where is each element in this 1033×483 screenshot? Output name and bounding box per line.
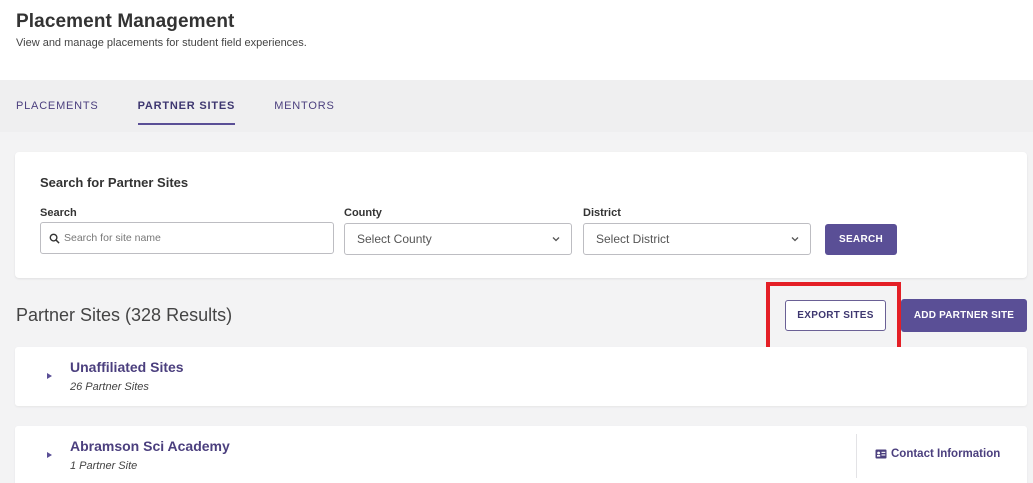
search-card: Search for Partner Sites Search Search f… [15, 152, 1027, 278]
site-row-abramson[interactable]: Abramson Sci Academy 1 Partner Site Cont… [15, 426, 1027, 483]
site-row-unaffiliated[interactable]: Unaffiliated Sites 26 Partner Sites [15, 347, 1027, 406]
tab-placements[interactable]: PLACEMENTS [16, 80, 99, 132]
county-label: County [344, 207, 382, 219]
caret-right-icon[interactable] [47, 373, 52, 379]
export-sites-button[interactable]: EXPORT SITES [785, 300, 886, 331]
contact-card-icon [875, 449, 887, 459]
chevron-down-icon [791, 237, 799, 242]
page-title: Placement Management [16, 11, 235, 32]
district-select[interactable]: Select District [583, 223, 811, 255]
search-card-title: Search for Partner Sites [40, 175, 189, 190]
tab-mentors[interactable]: MENTORS [274, 80, 334, 132]
search-icon [49, 233, 60, 244]
caret-right-icon[interactable] [47, 452, 52, 458]
add-partner-site-button[interactable]: ADD PARTNER SITE [901, 299, 1027, 332]
search-input[interactable]: Search for site name [40, 222, 334, 254]
contact-information-link[interactable]: Contact Information [875, 448, 1000, 460]
search-placeholder: Search for site name [64, 232, 161, 244]
county-select[interactable]: Select County [344, 223, 572, 255]
site-row-name[interactable]: Abramson Sci Academy [70, 438, 230, 454]
site-row-count: 26 Partner Sites [70, 381, 149, 393]
district-label: District [583, 207, 621, 219]
tab-partner-sites[interactable]: PARTNER SITES [137, 80, 236, 132]
chevron-down-icon [552, 237, 560, 242]
search-button[interactable]: SEARCH [825, 224, 897, 255]
county-select-value: Select County [357, 232, 432, 246]
page-header: Placement Management View and manage pla… [0, 0, 1033, 80]
contact-information-label[interactable]: Contact Information [891, 448, 1000, 460]
search-label: Search [40, 207, 77, 219]
tab-bar: PLACEMENTS PARTNER SITES MENTORS [0, 80, 1033, 132]
results-title: Partner Sites (328 Results) [16, 305, 233, 325]
row-divider [856, 434, 857, 478]
district-select-value: Select District [596, 232, 670, 246]
site-row-count: 1 Partner Site [70, 460, 138, 472]
site-row-name[interactable]: Unaffiliated Sites [70, 359, 184, 375]
page-subtitle: View and manage placements for student f… [16, 37, 307, 49]
